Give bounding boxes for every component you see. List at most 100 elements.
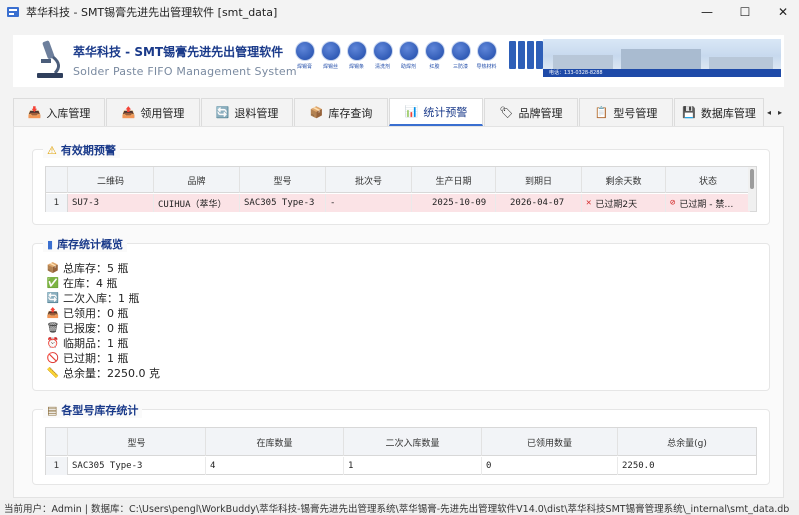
product-item: 红胶 [423,41,446,71]
tab-inbound[interactable]: 📥 入库管理 [13,98,105,126]
expiry-date-cell: 2026-04-07 [496,194,582,212]
tab-scroll-right-icon[interactable]: ▸ [775,102,785,122]
total-remaining-cell: 2250.0 [622,461,655,471]
stat-scrapped: 🗑 已报废：0 瓶 [46,322,129,335]
table-row[interactable]: 1 SU7-3 CUIHUA（萃华） SAC305 Type-3 - 2025-… [46,194,750,212]
header-title-en: Solder Paste FIFO Management System [73,65,297,78]
document-icon: 📋 [594,106,609,119]
used-cell: 0 [482,457,618,475]
product-item: 焊锡膏 [293,41,316,71]
status-bar: 当前用户：Admin | 数据库：C:\Users\pengl\WorkBudd… [0,500,799,515]
factory-contact: 电话：133-0328-8288 [549,70,603,76]
column-header[interactable]: 在库数量 [206,428,344,456]
re-entry-cell: 1 [344,457,482,475]
tab-database[interactable]: 💾 数据库管理 [674,98,764,126]
header-banner: 萃华科技 - SMT锡膏先进先出管理软件 Solder Paste FIFO M… [13,35,784,87]
return-icon: 🔄 [215,106,230,119]
statistics-panel: ⚠ 有效期预警 二维码 品牌 型号 批次号 生产日期 到期日 剩余天数 状态 1… [13,126,784,498]
app-icon [7,7,19,17]
cycle-icon: 🔄 [46,292,60,304]
trash-icon: 🗑 [46,322,60,334]
column-header[interactable]: 已领用数量 [482,428,618,456]
column-header[interactable]: 到期日 [496,167,582,193]
column-header[interactable]: 型号 [240,167,326,193]
model-cell: SAC305 Type-3 [68,457,206,475]
tab-scroll-left-icon[interactable]: ◂ [764,102,774,122]
remaining-days-cell: ✕ 已过期2天 [582,194,666,212]
clipboard-icon: ▤ [47,403,58,417]
x-icon: ✕ [586,198,592,208]
row-number: 1 [46,457,68,475]
inventory-overview-title: ▮ 库存统计概览 [43,236,128,252]
database-icon: 💾 [682,106,696,119]
expiry-warning-group: ⚠ 有效期预警 二维码 品牌 型号 批次号 生产日期 到期日 剩余天数 状态 1… [32,142,770,225]
product-item: 导热材料 [475,41,498,71]
column-header[interactable]: 批次号 [326,167,412,193]
expiry-table-header: 二维码 品牌 型号 批次号 生产日期 到期日 剩余天数 状态 [46,167,750,193]
factory-image: 电话：133-0328-8288 [543,39,781,77]
column-header[interactable]: 品牌 [154,167,240,193]
product-item: 焊锡条 [345,41,368,71]
checkmark-icon: ✅ [46,277,60,289]
in-stock-cell: 4 [206,457,344,475]
product-item: 清洗剂 [371,41,394,71]
column-header[interactable]: 总余量(g) [618,428,756,456]
product-item: 焊锡丝 [319,41,342,71]
alarm-clock-icon: ⏰ [46,337,60,349]
production-date-cell: 2025-10-09 [412,194,496,212]
outbound-icon: 📤 [121,106,136,119]
tab-brand[interactable]: 🏷 品牌管理 [484,98,578,126]
box-icon: 📦 [46,262,60,274]
product-item: 助焊剂 [397,41,420,71]
chart-icon: 📊 [404,105,419,118]
window-title: 萃华科技 - SMT锡膏先进先出管理软件 [smt_data] [26,6,278,19]
stat-near-expiry: ⏰ 临期品：1 瓶 [46,337,129,350]
batch-cell: - [326,194,412,212]
tab-inventory[interactable]: 📦 库存查询 [294,98,388,126]
tab-bar: 📥 入库管理 📤 领用管理 🔄 退料管理 📦 库存查询 📊 统计预警 🏷 品牌管理 📋 型号管… [13,98,784,126]
expiry-warning-title: ⚠ 有效期预警 [43,142,120,158]
expiry-table-scrollbar[interactable] [748,167,756,211]
tab-model[interactable]: 📋 型号管理 [579,98,673,126]
column-header[interactable]: 生产日期 [412,167,496,193]
column-header[interactable]: 剩余天数 [582,167,666,193]
inbound-icon: 📥 [27,106,42,119]
stat-re-entry: 🔄 二次入库：1 瓶 [46,292,140,305]
stat-used: 📤 已领用：0 瓶 [46,307,129,320]
vertical-badges [509,41,543,69]
column-header[interactable]: 状态 [666,167,750,193]
model-stats-table: 型号 在库数量 二次入库数量 已领用数量 总余量(g) 1 SAC305 Typ… [45,427,757,475]
status-cell: ⊘ 已过期 - 禁… [670,198,734,210]
model-table-header: 型号 在库数量 二次入库数量 已领用数量 总余量(g) [46,428,756,456]
close-button[interactable]: ✕ [760,0,799,24]
scale-icon: 📏 [46,367,60,379]
expiry-table: 二维码 品牌 型号 批次号 生产日期 到期日 剩余天数 状态 1 SU7-3 C… [45,166,757,212]
row-number: 1 [46,194,68,212]
stat-total: 📦 总库存：5 瓶 [46,262,129,275]
tab-outbound[interactable]: 📤 领用管理 [106,98,200,126]
tag-icon: 🏷 [499,106,514,119]
microscope-logo-icon [37,40,63,78]
table-row[interactable]: 1 SAC305 Type-3 4 1 0 2250.0 [46,457,756,475]
bar-chart-icon: ▮ [47,237,54,251]
header-title-cn: 萃华科技 - SMT锡膏先进先出管理软件 [73,45,284,59]
column-header[interactable]: 二维码 [68,167,154,193]
stat-total-remaining: 📏 总余量：2250.0 克 [46,367,160,380]
title-bar: 萃华科技 - SMT锡膏先进先出管理软件 [smt_data] [0,0,799,24]
product-strip: 焊锡膏 焊锡丝 焊锡条 清洗剂 助焊剂 红胶 三防漆 导热材料 [293,41,498,71]
model-stats-title: ▤ 各型号库存统计 [43,402,143,418]
column-header[interactable]: 型号 [68,428,206,456]
box-icon: 📦 [309,106,324,119]
prohibited-icon: ⊘ [670,198,676,208]
column-header[interactable]: 二次入库数量 [344,428,482,456]
outbound-icon: 📤 [46,307,60,319]
warning-icon: ⚠ [47,143,57,157]
model-stats-group: ▤ 各型号库存统计 型号 在库数量 二次入库数量 已领用数量 总余量(g) 1 … [32,402,770,485]
model-cell: SAC305 Type-3 [240,194,326,212]
stat-expired: 🚫 已过期：1 瓶 [46,352,129,365]
product-item: 三防漆 [449,41,472,71]
tab-return[interactable]: 🔄 退料管理 [201,98,293,126]
prohibited-icon: 🚫 [46,352,60,364]
tab-statistics[interactable]: 📊 统计预警 [389,98,483,126]
stat-in-stock: ✅ 在库：4 瓶 [46,277,118,290]
